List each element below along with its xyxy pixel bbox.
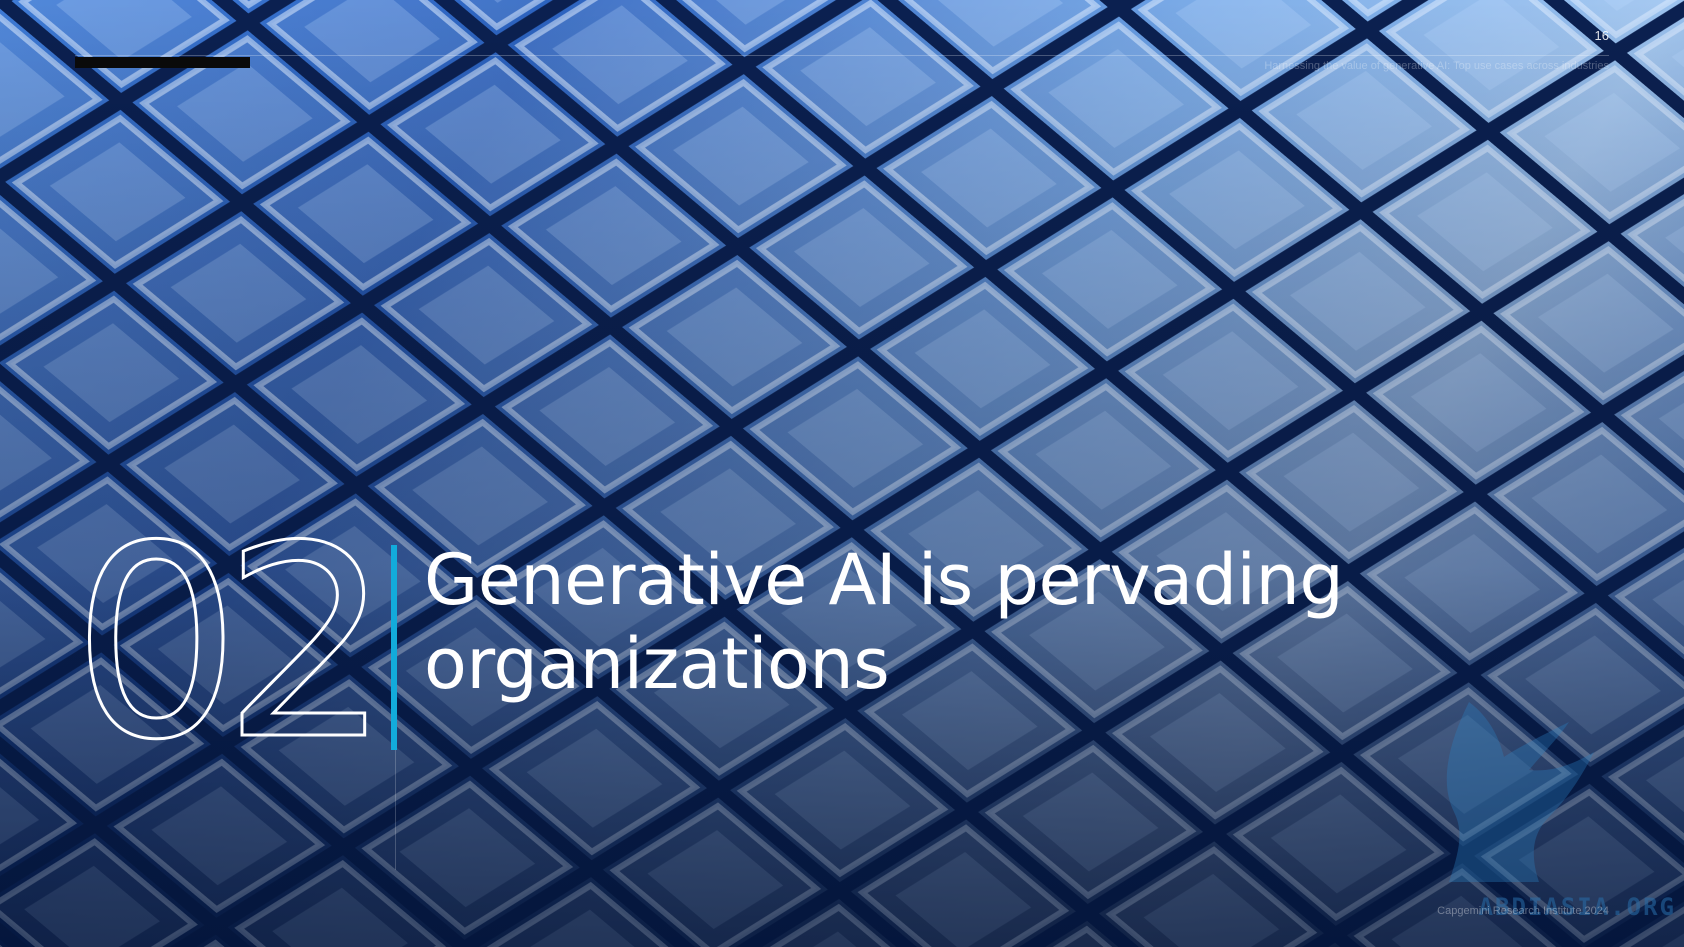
- header-rule: [75, 55, 1609, 56]
- top-accent-bar: [75, 57, 250, 68]
- copyright: Capgemini Research Institute 2024: [1437, 905, 1609, 917]
- running-head: Harnessing the value of generative AI: T…: [1264, 60, 1609, 72]
- slide: 16 Harnessing the value of generative AI…: [0, 0, 1684, 947]
- page-number: 16: [1594, 28, 1609, 43]
- chapter-number: 02: [72, 520, 372, 750]
- divider-extension: [395, 750, 396, 870]
- title-divider: [391, 545, 397, 750]
- chapter-number-text: 02: [72, 520, 372, 750]
- watermark-eagle-icon: [1446, 702, 1594, 882]
- chapter-title: Generative AI is pervading organizations: [424, 539, 1344, 705]
